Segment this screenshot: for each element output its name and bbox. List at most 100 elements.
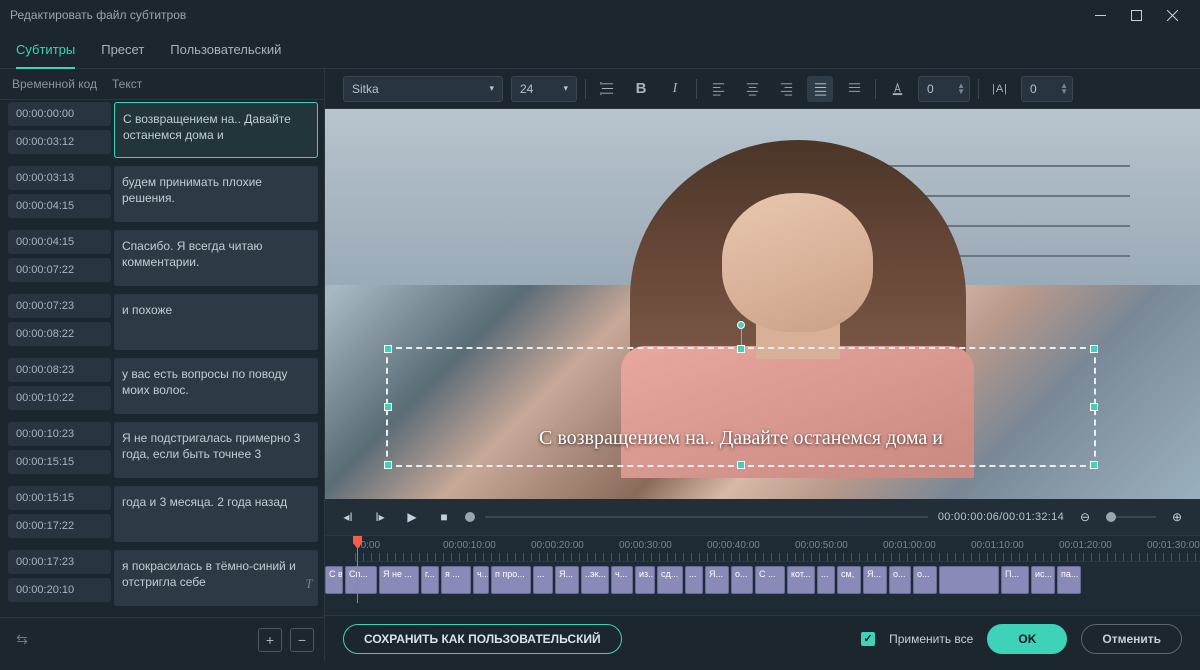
- timecode-out[interactable]: 00:00:03:12: [8, 130, 111, 154]
- timecode-in[interactable]: 00:00:00:00: [8, 102, 111, 126]
- save-custom-button[interactable]: СОХРАНИТЬ КАК ПОЛЬЗОВАТЕЛЬСКИЙ: [343, 624, 622, 654]
- play-button[interactable]: ▶: [401, 506, 423, 528]
- link-icon[interactable]: ⇆: [10, 628, 34, 652]
- subtitle-text[interactable]: и похоже: [114, 294, 318, 350]
- timecode-out[interactable]: 00:00:15:15: [8, 450, 111, 474]
- text-color-button[interactable]: [884, 76, 910, 102]
- timecode-in[interactable]: 00:00:08:23: [8, 358, 111, 382]
- subtitle-bounding-box[interactable]: С возвращением на.. Давайте останемся до…: [386, 347, 1096, 467]
- timeline-clip[interactable]: [939, 566, 999, 594]
- timeline-clip[interactable]: С ...: [755, 566, 785, 594]
- resize-handle[interactable]: [1090, 461, 1098, 469]
- rotate-handle[interactable]: [737, 321, 745, 329]
- cancel-button[interactable]: Отменить: [1081, 624, 1182, 654]
- timeline-clip[interactable]: ч...: [473, 566, 489, 594]
- timeline-clip[interactable]: ..эк...: [581, 566, 609, 594]
- timecode-in[interactable]: 00:00:15:15: [8, 486, 111, 510]
- subtitle-text[interactable]: года и 3 месяца. 2 года назад: [114, 486, 318, 542]
- resize-handle[interactable]: [1090, 403, 1098, 411]
- close-button[interactable]: [1154, 1, 1190, 29]
- timeline-clip[interactable]: Сп...: [345, 566, 377, 594]
- timecode-out[interactable]: 00:00:20:10: [8, 578, 111, 602]
- timeline-clip[interactable]: п про...: [491, 566, 531, 594]
- subtitle-list[interactable]: 00:00:00:0000:00:03:12С возвращением на.…: [0, 100, 324, 617]
- timeline-clip[interactable]: о...: [913, 566, 937, 594]
- timeline-clip[interactable]: ...: [817, 566, 835, 594]
- timeline-clip[interactable]: из...: [635, 566, 655, 594]
- subtitle-entry[interactable]: 00:00:15:15 00:00:17:22года и 3 месяца. 2…: [0, 484, 322, 548]
- timeline-clip[interactable]: Я не ...: [379, 566, 419, 594]
- timecode-out[interactable]: 00:00:08:22: [8, 322, 111, 346]
- timecode-in[interactable]: 00:00:07:23: [8, 294, 111, 318]
- apply-all-checkbox[interactable]: ✓: [861, 632, 875, 646]
- align-left-button[interactable]: [705, 76, 731, 102]
- resize-handle[interactable]: [384, 461, 392, 469]
- timecode-out[interactable]: 00:00:17:22: [8, 514, 111, 538]
- timeline-clip[interactable]: ...: [685, 566, 703, 594]
- timecode-in[interactable]: 00:00:03:13: [8, 166, 111, 190]
- tab-preset[interactable]: Пресет: [101, 36, 144, 68]
- resize-handle[interactable]: [737, 345, 745, 353]
- subtitle-entry[interactable]: 00:00:10:23 00:00:15:15Я не подстригалась…: [0, 420, 322, 484]
- next-frame-button[interactable]: I▸: [369, 506, 391, 528]
- align-right-button[interactable]: [773, 76, 799, 102]
- timeline-clip[interactable]: я ...: [441, 566, 471, 594]
- timeline-clip[interactable]: С в...: [325, 566, 343, 594]
- timeline[interactable]: T 00:0000:00:10:0000:00:20:0000:00:30:00…: [325, 535, 1200, 615]
- timeline-clip[interactable]: см,: [837, 566, 861, 594]
- subtitle-entry[interactable]: 00:00:04:1500:00:07:22Спасибо. Я всегда …: [0, 228, 322, 292]
- timecode-out[interactable]: 00:00:04:15: [8, 194, 111, 218]
- timeline-clip[interactable]: кот...: [787, 566, 815, 594]
- subtitle-text[interactable]: будем принимать плохие решения.: [114, 166, 318, 222]
- timecode-in[interactable]: 00:00:04:15: [8, 230, 111, 254]
- subtitle-text[interactable]: Я не подстригалась примерно 3 года, если…: [114, 422, 318, 478]
- align-justify-button[interactable]: [807, 76, 833, 102]
- timeline-clip[interactable]: о...: [889, 566, 911, 594]
- align-center-button[interactable]: [739, 76, 765, 102]
- prev-frame-button[interactable]: ◂I: [337, 506, 359, 528]
- timecode-in[interactable]: 00:00:10:23: [8, 422, 111, 446]
- ok-button[interactable]: OK: [987, 624, 1067, 654]
- timeline-clip[interactable]: Я...: [705, 566, 729, 594]
- char-spacing-input[interactable]: 0▲▼: [1021, 76, 1073, 102]
- timeline-clip[interactable]: ч...: [611, 566, 633, 594]
- video-preview[interactable]: С возвращением на.. Давайте останемся до…: [325, 109, 1200, 499]
- progress-bar[interactable]: [485, 516, 928, 518]
- zoom-in-button[interactable]: ⊕: [1166, 506, 1188, 528]
- progress-handle[interactable]: [465, 512, 475, 522]
- maximize-button[interactable]: [1118, 1, 1154, 29]
- timeline-clip[interactable]: Я...: [863, 566, 887, 594]
- subtitle-text[interactable]: я покрасилась в тёмно-синий и отстригла …: [114, 550, 318, 606]
- zoom-slider[interactable]: [1106, 516, 1156, 518]
- timeline-clip[interactable]: г...: [421, 566, 439, 594]
- playhead[interactable]: [357, 536, 358, 603]
- timeline-clip[interactable]: ...: [533, 566, 553, 594]
- timecode-out[interactable]: 00:00:07:22: [8, 258, 111, 282]
- tab-subtitles[interactable]: Субтитры: [16, 36, 75, 69]
- add-subtitle-button[interactable]: +: [258, 628, 282, 652]
- stop-button[interactable]: ■: [433, 506, 455, 528]
- time-ruler[interactable]: 00:0000:00:10:0000:00:20:0000:00:30:0000…: [355, 536, 1200, 562]
- timeline-clip[interactable]: ис...: [1031, 566, 1055, 594]
- subtitle-entry[interactable]: 00:00:08:23 00:00:10:22у вас есть вопросы…: [0, 356, 322, 420]
- minimize-button[interactable]: [1082, 1, 1118, 29]
- align-distribute-button[interactable]: [841, 76, 867, 102]
- remove-subtitle-button[interactable]: −: [290, 628, 314, 652]
- timeline-clip[interactable]: П...: [1001, 566, 1029, 594]
- spacing-input[interactable]: 0▲▼: [918, 76, 970, 102]
- subtitle-entry[interactable]: 00:00:03:13 00:00:04:15будем принимать пл…: [0, 164, 322, 228]
- subtitle-entry[interactable]: 00:00:00:0000:00:03:12С возвращением на.…: [0, 100, 322, 164]
- resize-handle[interactable]: [384, 403, 392, 411]
- subtitle-text[interactable]: у вас есть вопросы по поводу моих волос.: [114, 358, 318, 414]
- timeline-clip[interactable]: сд...: [657, 566, 683, 594]
- size-select[interactable]: 24▾: [511, 76, 577, 102]
- subtitle-entry[interactable]: 00:00:17:2300:00:20:10я покрасилась в тё…: [0, 548, 322, 612]
- timeline-clip[interactable]: Я...: [555, 566, 579, 594]
- subtitle-entry[interactable]: 00:00:07:23 00:00:08:22и похоже: [0, 292, 322, 356]
- bold-button[interactable]: B: [628, 76, 654, 102]
- timecode-out[interactable]: 00:00:10:22: [8, 386, 111, 410]
- resize-handle[interactable]: [1090, 345, 1098, 353]
- tab-custom[interactable]: Пользовательский: [170, 36, 281, 68]
- subtitle-track[interactable]: С в...Сп...Я не ...г...я ...ч...п про...…: [325, 566, 1200, 594]
- zoom-out-button[interactable]: ⊖: [1074, 506, 1096, 528]
